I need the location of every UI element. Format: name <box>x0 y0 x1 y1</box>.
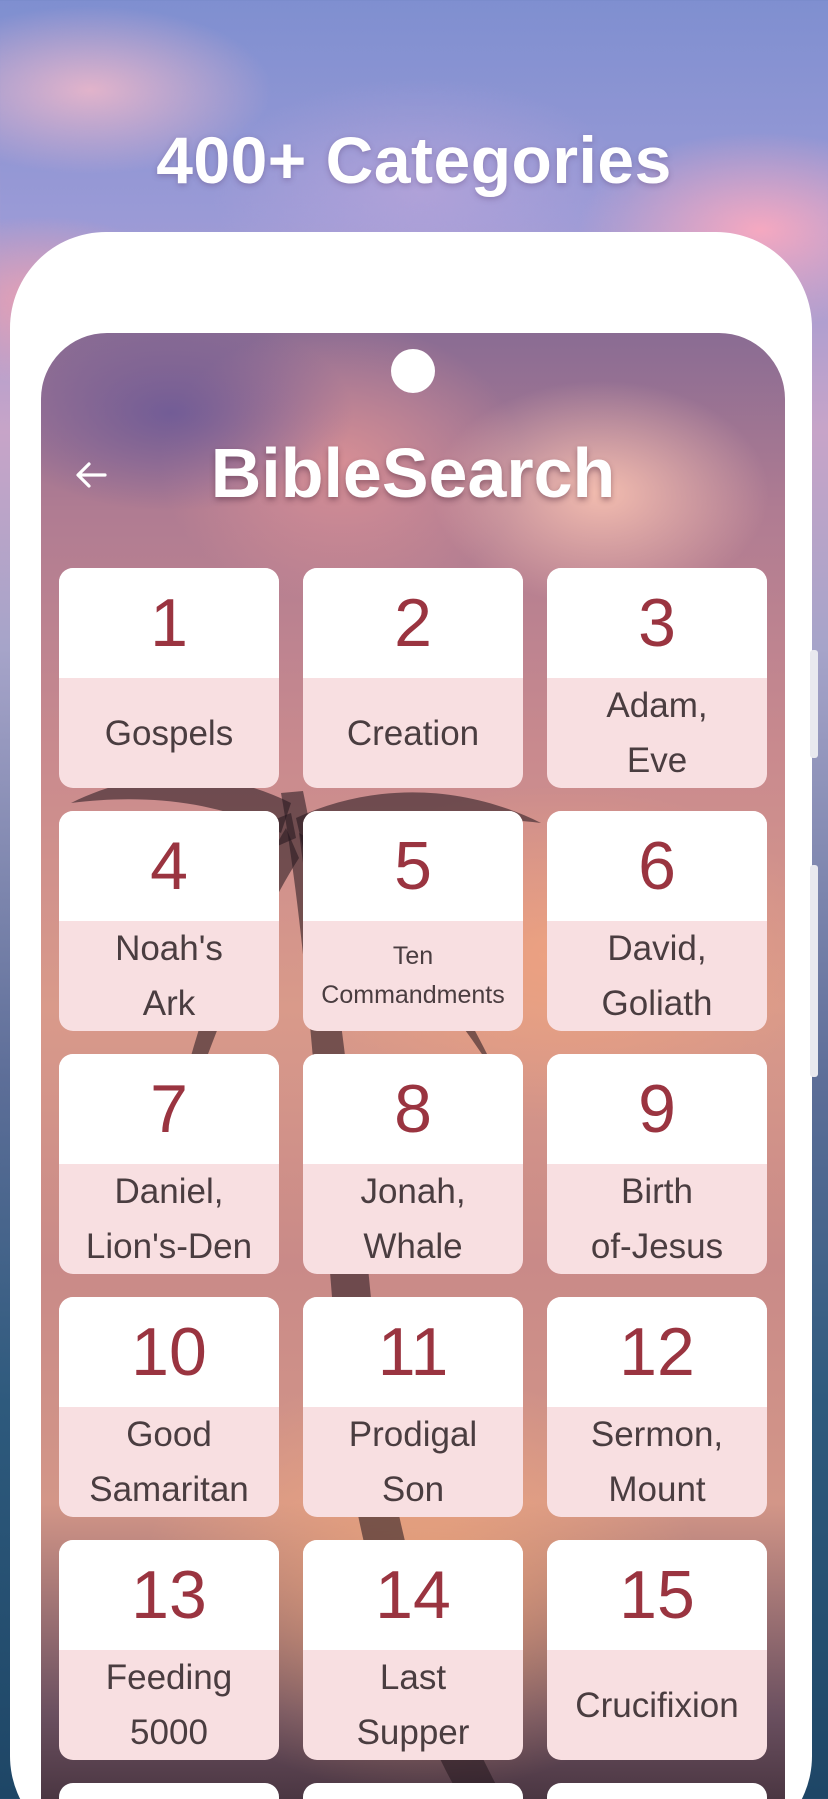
category-card[interactable]: 6 David, Goliath <box>547 811 767 1031</box>
category-label: Prodigal Son <box>348 1415 478 1509</box>
category-number: 5 <box>303 811 523 921</box>
category-number: 8 <box>303 1054 523 1164</box>
category-card[interactable]: 5 Ten Commandments <box>303 811 523 1031</box>
category-label: Noah's Ark <box>115 929 223 1023</box>
category-number: 14 <box>303 1540 523 1650</box>
category-label: Adam, Eve <box>606 686 708 780</box>
category-label: Birth of-Jesus <box>590 1172 724 1266</box>
category-number: 3 <box>547 568 767 678</box>
category-card[interactable] <box>547 1783 767 1799</box>
category-card[interactable]: 4 Noah's Ark <box>59 811 279 1031</box>
category-label: Good Samaritan <box>89 1415 249 1509</box>
category-card[interactable]: 13 Feeding 5000 <box>59 1540 279 1760</box>
promo-headline: 400+ Categories <box>156 123 672 197</box>
category-number: 10 <box>59 1297 279 1407</box>
front-camera <box>391 349 435 393</box>
category-number: 4 <box>59 811 279 921</box>
category-card[interactable]: 2 Creation <box>303 568 523 788</box>
category-number: 6 <box>547 811 767 921</box>
category-number: 11 <box>303 1297 523 1407</box>
category-label: Feeding 5000 <box>105 1658 233 1752</box>
category-card[interactable]: 8 Jonah, Whale <box>303 1054 523 1274</box>
category-label: Crucifixion <box>575 1685 739 1725</box>
app-title: BibleSearch <box>210 434 616 512</box>
category-card[interactable]: 14 Last Supper <box>303 1540 523 1760</box>
category-label: Creation <box>346 713 480 753</box>
category-number: 9 <box>547 1054 767 1164</box>
category-card[interactable] <box>59 1783 279 1799</box>
category-grid: 1 Gospels 2 Creation 3 Adam, Eve 4 Noah's… <box>59 568 769 1799</box>
category-card[interactable]: 10 Good Samaritan <box>59 1297 279 1517</box>
app-screen: BibleSearch 1 Gospels 2 Creation 3 Adam,… <box>41 333 785 1799</box>
category-number: 2 <box>303 568 523 678</box>
category-card[interactable]: 15 Crucifixion <box>547 1540 767 1760</box>
phone-side-button <box>810 865 818 1077</box>
category-card[interactable]: 12 Sermon, Mount <box>547 1297 767 1517</box>
category-label: Ten Commandments <box>321 942 505 1009</box>
category-number: 15 <box>547 1540 767 1650</box>
category-label: Jonah, Whale <box>360 1172 466 1266</box>
category-label: David, Goliath <box>601 929 713 1023</box>
category-number: 7 <box>59 1054 279 1164</box>
category-label: Last Supper <box>356 1658 470 1752</box>
category-number: 13 <box>59 1540 279 1650</box>
category-label: Sermon, Mount <box>590 1415 724 1509</box>
category-label: Gospels <box>104 713 234 753</box>
category-card[interactable]: 7 Daniel, Lion's-Den <box>59 1054 279 1274</box>
category-card[interactable] <box>303 1783 523 1799</box>
category-label: Daniel, Lion's-Den <box>85 1172 253 1266</box>
category-card[interactable]: 9 Birth of-Jesus <box>547 1054 767 1274</box>
category-card[interactable]: 11 Prodigal Son <box>303 1297 523 1517</box>
category-number: 12 <box>547 1297 767 1407</box>
category-card[interactable]: 3 Adam, Eve <box>547 568 767 788</box>
category-card[interactable]: 1 Gospels <box>59 568 279 788</box>
phone-side-button <box>810 650 818 758</box>
category-number: 1 <box>59 568 279 678</box>
